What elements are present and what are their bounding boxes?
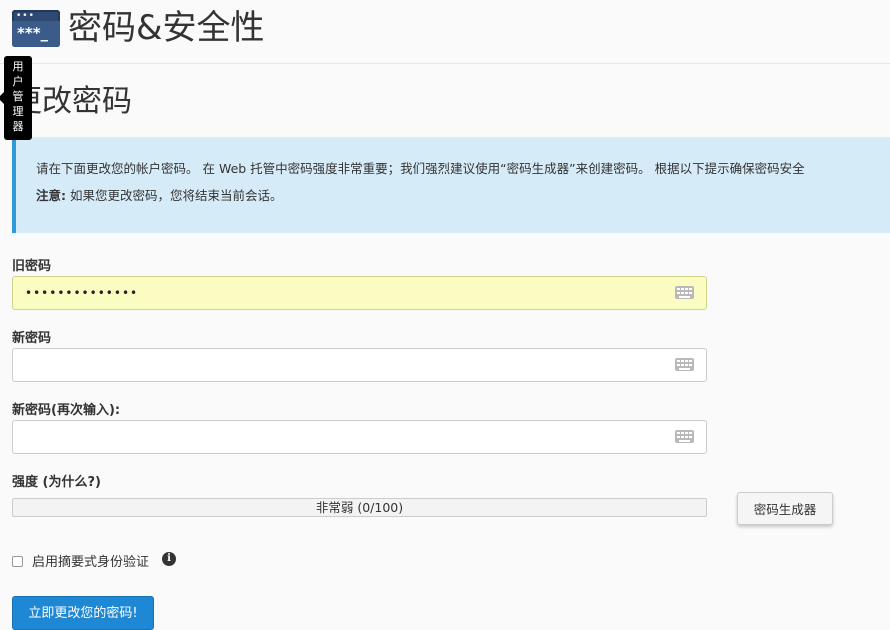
tooltip-char: 用	[12, 60, 24, 73]
tooltip-char: 器	[12, 120, 24, 133]
old-password-label: 旧密码	[12, 259, 52, 274]
page-title: 密码&安全性	[68, 8, 265, 48]
old-password-field[interactable]	[12, 276, 707, 310]
icon-dots: •••	[16, 11, 35, 21]
password-terminal-icon: ••• ***_	[12, 10, 60, 47]
password-generator-button[interactable]: 密码生成器	[737, 492, 833, 525]
old-password-input[interactable]	[13, 277, 663, 309]
digest-auth-checkbox[interactable]	[12, 556, 23, 567]
info-callout: 请在下面更改您的帐户密码。 在 Web 托管中密码强度非常重要；我们强烈建议使用…	[12, 137, 890, 233]
confirm-password-input[interactable]	[13, 421, 663, 453]
info-icon[interactable]: i	[162, 552, 176, 566]
user-manager-tooltip: 用 户 管 理 器	[0, 56, 32, 140]
tooltip-char: 管	[12, 90, 24, 103]
note-text: 如果您更改密码，您将结束当前会话。	[66, 188, 283, 203]
confirm-password-label: 新密码(再次输入):	[12, 403, 121, 418]
strength-meter: 非常弱 (0/100)	[12, 498, 707, 517]
icon-password-text: ***_	[17, 24, 49, 42]
tooltip-arrow	[0, 92, 4, 104]
tooltip-char: 户	[12, 75, 24, 88]
keyboard-icon[interactable]	[675, 286, 694, 299]
keyboard-icon[interactable]	[675, 430, 694, 443]
strength-text: 非常弱 (0/100)	[315, 500, 404, 515]
digest-auth-label[interactable]: 启用摘要式身份验证	[32, 551, 149, 570]
info-text: 请在下面更改您的帐户密码。 在 Web 托管中密码强度非常重要；我们强烈建议使用…	[36, 161, 805, 176]
tooltip-char: 理	[12, 105, 24, 118]
new-password-label: 新密码	[12, 331, 52, 346]
change-password-submit-button[interactable]: 立即更改您的密码!	[12, 596, 154, 630]
confirm-password-field[interactable]	[12, 420, 707, 454]
new-password-input[interactable]	[13, 349, 663, 381]
page-header: ••• ***_ 密码&安全性	[0, 0, 890, 64]
new-password-field[interactable]	[12, 348, 707, 382]
keyboard-icon[interactable]	[675, 358, 694, 371]
info-note: 注意: 如果您更改密码，您将结束当前会话。	[36, 185, 282, 204]
strength-label[interactable]: 强度 (为什么?)	[12, 471, 101, 490]
note-label: 注意:	[36, 188, 66, 203]
